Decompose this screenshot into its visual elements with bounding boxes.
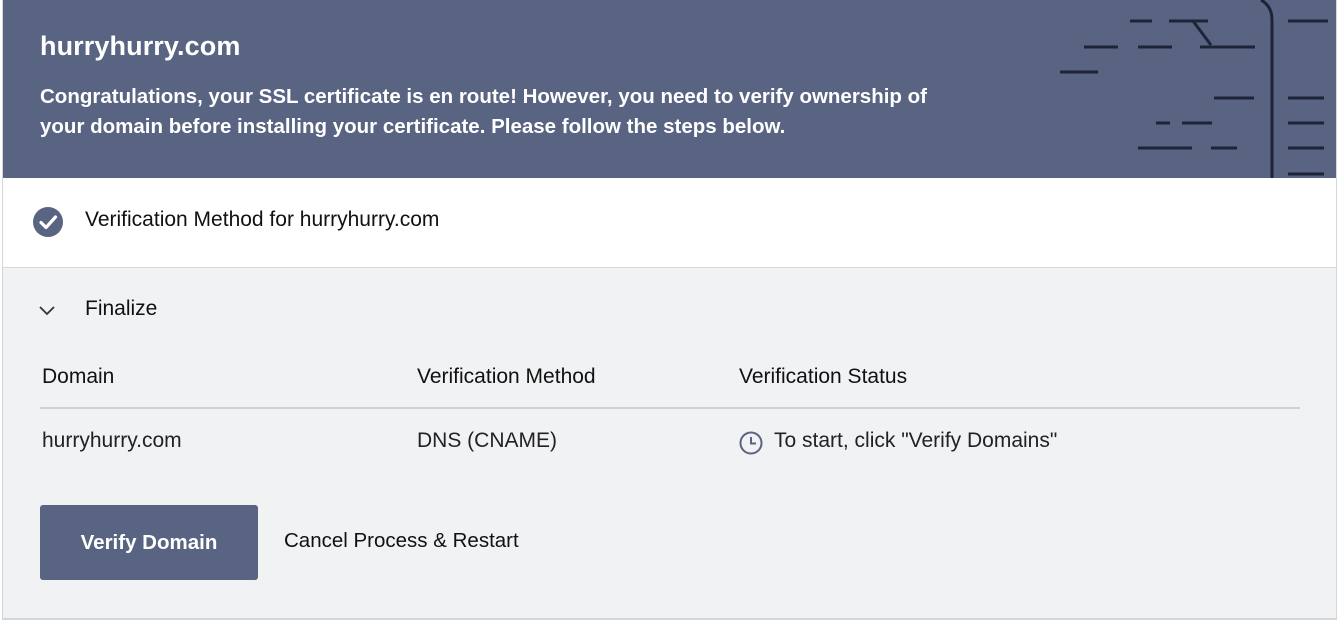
ssl-verification-panel: hurryhurry.com Congratulations, your SSL… — [2, 0, 1337, 620]
check-circle-icon — [33, 207, 63, 237]
decorative-lines-graphic — [1060, 0, 1328, 178]
table-header-divider — [40, 407, 1300, 409]
column-header-verification-status: Verification Status — [739, 365, 908, 388]
finalize-section: Finalize Domain Verification Method Veri… — [3, 268, 1336, 618]
header-message: Congratulations, your SSL certificate is… — [40, 85, 927, 138]
row-status-cell: To start, click "Verify Domains" — [774, 429, 1058, 452]
cancel-process-restart-link[interactable]: Cancel Process & Restart — [284, 529, 519, 553]
row-domain-cell: hurryhurry.com — [42, 429, 182, 452]
verification-method-step: Verification Method for hurryhurry.com — [3, 178, 1336, 268]
header-banner: hurryhurry.com Congratulations, your SSL… — [3, 0, 1336, 178]
column-header-verification-method: Verification Method — [417, 365, 596, 388]
verify-domain-button[interactable]: Verify Domain — [40, 505, 258, 580]
row-method-cell: DNS (CNAME) — [417, 429, 557, 452]
clock-icon — [739, 431, 763, 455]
domain-title: hurryhurry.com — [40, 31, 241, 61]
finalize-title[interactable]: Finalize — [85, 297, 157, 321]
chevron-down-icon[interactable] — [38, 303, 56, 317]
verification-step-title: Verification Method for hurryhurry.com — [85, 208, 440, 231]
column-header-domain: Domain — [42, 365, 115, 388]
